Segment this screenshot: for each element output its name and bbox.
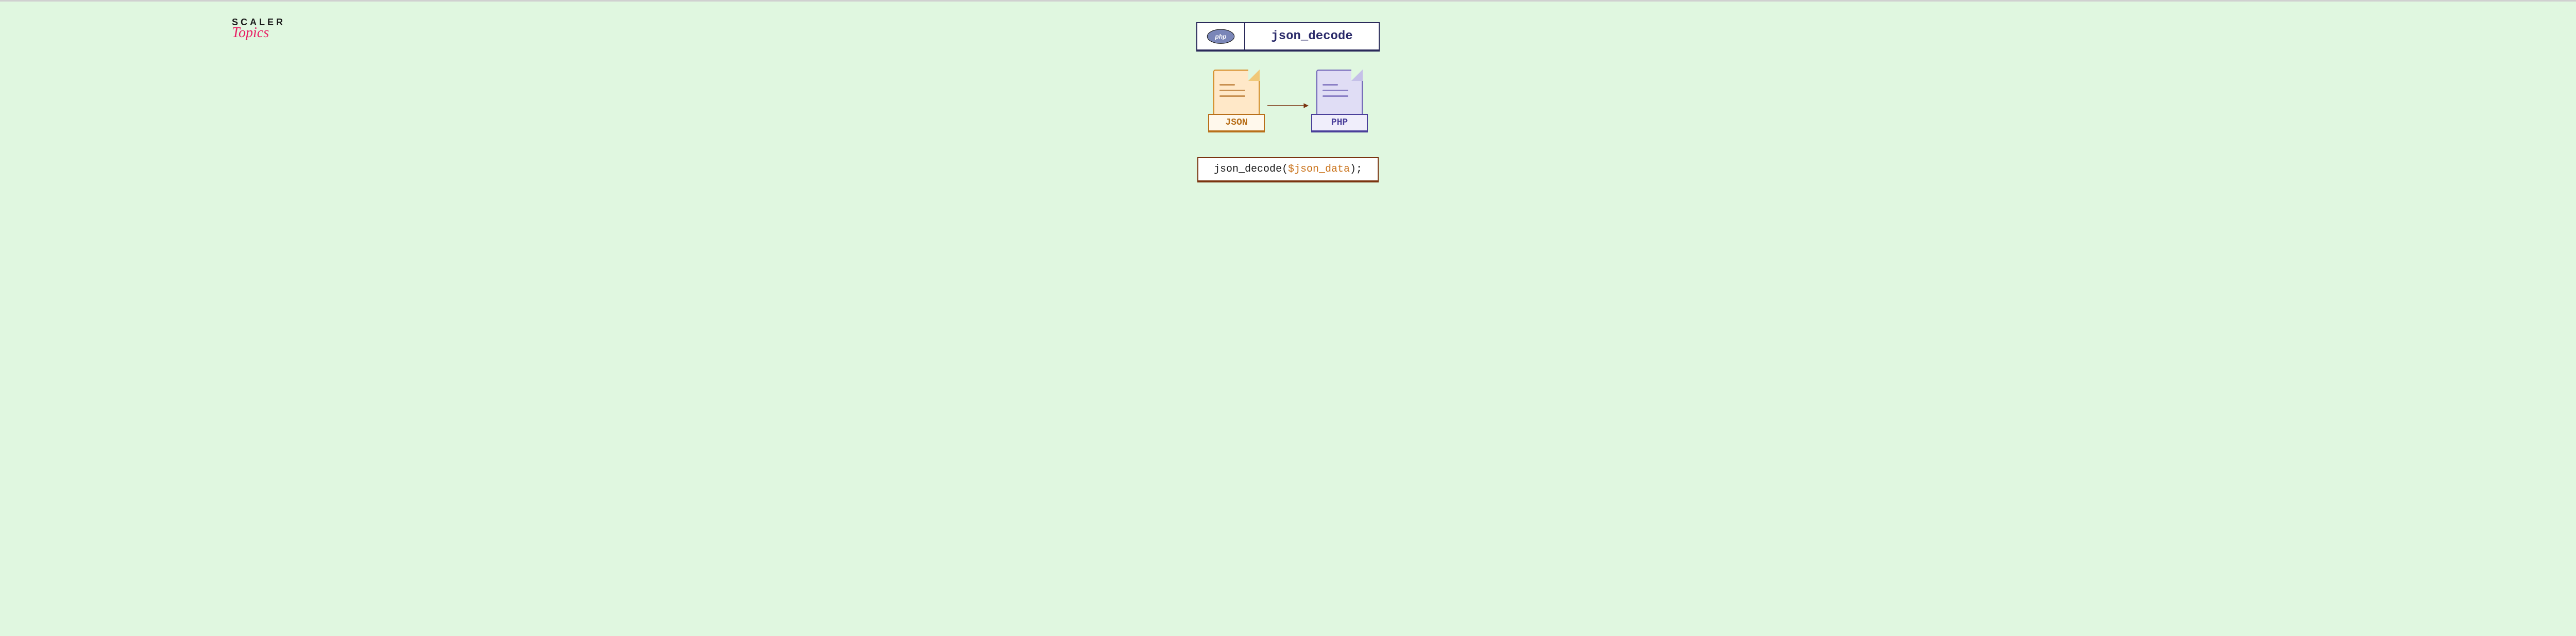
code-paren-open: ( [1282,163,1288,175]
svg-text:php: php [1215,33,1227,40]
php-badge-container: php [1197,23,1245,49]
json-file-icon: JSON [1208,70,1265,142]
code-function-name: json_decode [1214,163,1282,175]
php-logo-icon: php [1207,29,1235,44]
arrow-icon [1267,95,1309,116]
code-example-box: json_decode($json_data); [1197,157,1379,182]
json-label: JSON [1208,114,1265,132]
function-header-box: php json_decode [1196,22,1379,52]
php-file-icon: PHP [1311,70,1368,142]
php-label: PHP [1311,114,1368,132]
conversion-diagram: JSON PHP [1208,70,1368,142]
code-variable: $json_data [1288,163,1350,175]
function-name-title: json_decode [1245,23,1378,49]
scaler-topics-logo: SCALER Topics [232,17,285,41]
code-paren-close: ); [1350,163,1362,175]
